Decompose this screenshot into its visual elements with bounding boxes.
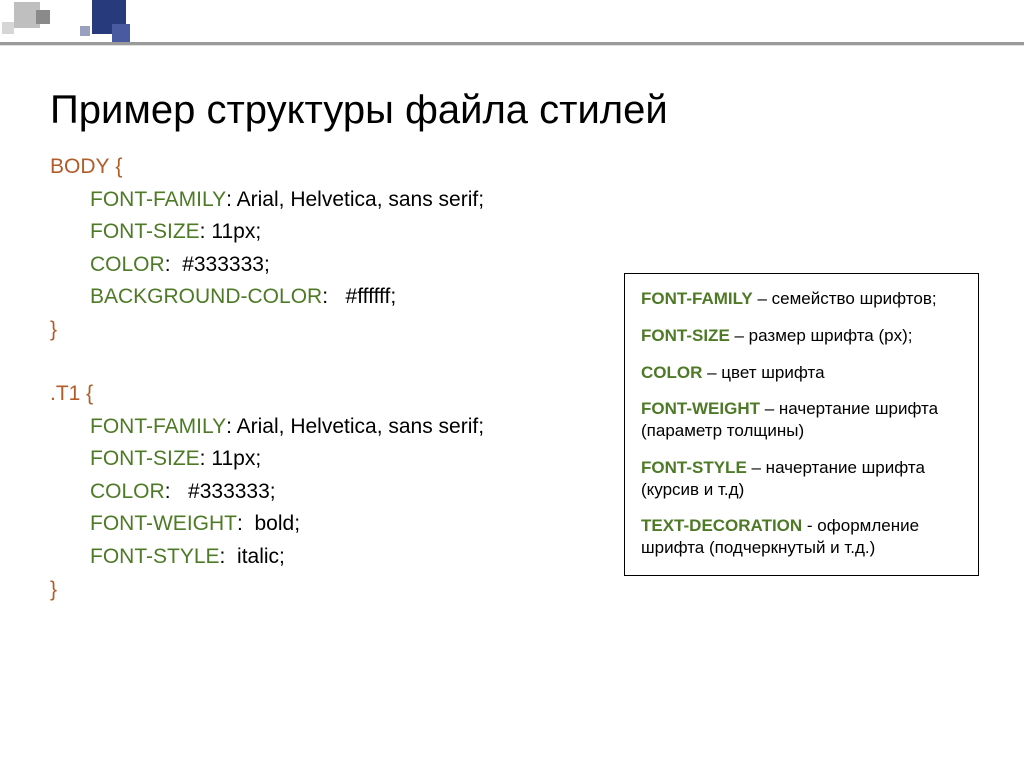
legend-desc: – семейство шрифтов; bbox=[753, 289, 937, 308]
deco-square bbox=[36, 10, 50, 24]
css-value: bold; bbox=[249, 512, 300, 535]
close-brace: } bbox=[50, 578, 57, 601]
legend-term: Font-weight bbox=[641, 399, 760, 418]
css-property: color bbox=[90, 480, 165, 503]
css-property: font-family bbox=[90, 188, 226, 211]
deco-square bbox=[80, 26, 90, 36]
open-brace: { bbox=[110, 155, 123, 178]
declaration-line: font-family: Arial, Helvetica, sans seri… bbox=[50, 184, 980, 217]
legend-term: Font-size bbox=[641, 326, 730, 345]
corner-decoration bbox=[0, 0, 140, 60]
css-property: font-family bbox=[90, 415, 226, 438]
legend-item: Font-style – начертание шрифта (курсив и… bbox=[641, 457, 962, 501]
legend-term: Font-style bbox=[641, 458, 747, 477]
deco-square bbox=[112, 24, 130, 42]
legend-item: Text-decoration - оформление шрифта (под… bbox=[641, 515, 962, 559]
css-value: 11px; bbox=[211, 447, 261, 470]
legend-item: Font-size – размер шрифта (px); bbox=[641, 325, 962, 347]
open-brace: { bbox=[80, 382, 93, 405]
deco-square bbox=[2, 22, 14, 34]
legend-desc: – цвет шрифта bbox=[702, 363, 824, 382]
selector: Body bbox=[50, 155, 110, 178]
page-title: Пример структуры файла стилей bbox=[50, 88, 980, 133]
css-property: font-size bbox=[90, 447, 200, 470]
legend-box: Font-family – семейство шрифтов; Font-siz… bbox=[624, 273, 979, 576]
css-value: #ffffff; bbox=[334, 285, 396, 308]
css-property: font-weight bbox=[90, 512, 237, 535]
legend-term: Font-family bbox=[641, 289, 753, 308]
css-property: color bbox=[90, 253, 165, 276]
close-brace: } bbox=[50, 318, 57, 341]
css-value: Arial, Helvetica, sans serif; bbox=[237, 188, 484, 211]
css-value: 11px; bbox=[211, 220, 261, 243]
css-property: font-size bbox=[90, 220, 200, 243]
header-rule bbox=[0, 42, 1024, 45]
legend-desc: – размер шрифта (px); bbox=[730, 326, 913, 345]
css-property: font-style bbox=[90, 545, 220, 568]
legend-item: Font-weight – начертание шрифта (парамет… bbox=[641, 398, 962, 442]
selector-line: Body { bbox=[50, 151, 980, 184]
slide-content: Пример структуры файла стилей Body {font… bbox=[50, 88, 980, 616]
legend-item: Font-family – семейство шрифтов; bbox=[641, 288, 962, 310]
declaration-line: font-size: 11px; bbox=[50, 216, 980, 249]
css-value: italic; bbox=[231, 545, 285, 568]
css-value: #333333; bbox=[176, 253, 269, 276]
selector: .T1 bbox=[50, 382, 80, 405]
legend-item: Color – цвет шрифта bbox=[641, 362, 962, 384]
css-value: #333333; bbox=[176, 480, 275, 503]
legend-term: Color bbox=[641, 363, 702, 382]
css-value: Arial, Helvetica, sans serif; bbox=[237, 415, 484, 438]
legend-term: Text-decoration bbox=[641, 516, 802, 535]
css-property: background-color bbox=[90, 285, 322, 308]
